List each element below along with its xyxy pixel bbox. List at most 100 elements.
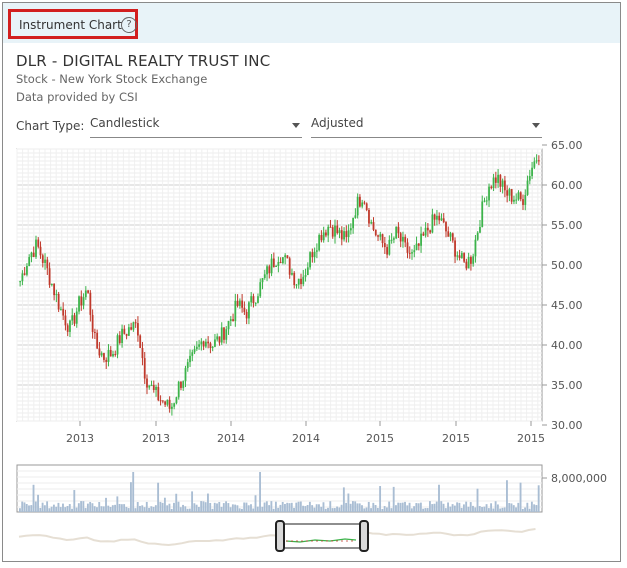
candle [50,283,53,285]
volume-bar [161,502,164,512]
volume-bar [438,484,440,512]
candle [171,406,173,409]
volume-bar [41,502,44,512]
candle [73,315,76,324]
candle [229,319,232,321]
navigator-handle[interactable] [275,520,285,552]
candle [379,234,382,237]
volume-bar [123,504,126,512]
volume-bar [331,508,334,512]
candle [207,341,210,344]
volume-bar [370,508,372,512]
candle [388,239,391,255]
candle [476,232,479,240]
candle [137,323,139,336]
volume-bar [392,486,395,512]
volume-bar [222,503,225,512]
candle [286,255,289,259]
volume-bar [265,501,268,512]
volume-bar [417,503,420,512]
volume-bar [77,503,80,512]
candle [318,235,321,251]
volume-bar [308,501,311,512]
candle [408,252,411,254]
volume-bar [537,485,540,512]
candle [141,348,144,359]
volume-bar [524,507,527,512]
candle [365,203,368,211]
candle [243,307,246,312]
volume-bar [458,502,461,512]
candle [325,232,327,236]
candle [392,238,395,240]
candle [456,255,459,257]
volume-bar [526,502,529,512]
candle [411,252,413,254]
volume-bar [200,501,203,512]
candle [345,231,348,238]
volume-bar [415,503,418,512]
volume-bar [229,507,232,512]
volume-bar [238,508,241,512]
candle [64,315,67,326]
volume-bar [62,503,64,512]
y-tick-label: 45.00 [551,299,583,312]
volume-bar [478,506,481,512]
candle [87,290,89,293]
volume-bar [191,491,194,512]
volume-bar [347,493,350,512]
candle [293,272,296,286]
volume-bar [118,503,121,512]
volume-bar [28,505,30,512]
volume-bar [272,508,275,512]
candle [322,232,325,241]
candle [320,235,323,241]
volume-bar [80,501,83,512]
candle [526,180,529,195]
volume-bar [372,502,375,512]
volume-bar [404,501,406,512]
volume-bar [419,502,422,512]
candle [130,327,133,330]
volume-bar [336,506,338,512]
x-tick-label: 2015 [517,432,545,445]
y-tick-label: 30.00 [551,419,583,432]
candle [48,268,51,285]
candle [458,255,461,258]
volume-bar [349,503,352,512]
volume-bar [354,501,357,512]
candle [399,233,402,242]
volume-bar [535,505,538,512]
candle [302,276,305,285]
volume-bar [324,508,327,512]
candle [517,192,520,200]
x-tick-label: 2014 [217,432,245,445]
candle [161,400,164,402]
volume-bar [243,502,246,512]
volume-bar [234,504,237,512]
volume-bar [474,507,477,512]
volume-bar [166,505,169,512]
candle [281,257,284,264]
volume-bar [512,505,515,512]
volume-bar [193,503,196,512]
price-chart[interactable]: 65.00 60.00 55.00 50.00 45.00 40.00 35.00 30.00… [0,0,627,568]
candle [62,308,65,316]
volume-bar [515,507,517,512]
volume-bar [356,503,359,512]
candle [531,167,533,177]
candle [173,403,176,407]
candle [118,335,121,343]
candle [329,226,332,228]
candle [415,243,418,251]
volume-bar [519,482,522,512]
volume-bar [150,506,153,512]
candle [503,180,506,191]
candle [71,315,74,321]
volume-bar [284,503,286,512]
candle [377,235,379,237]
candle [327,226,330,236]
volume-bar [492,508,495,512]
navigator-handle[interactable] [359,520,369,552]
candle [121,328,123,343]
